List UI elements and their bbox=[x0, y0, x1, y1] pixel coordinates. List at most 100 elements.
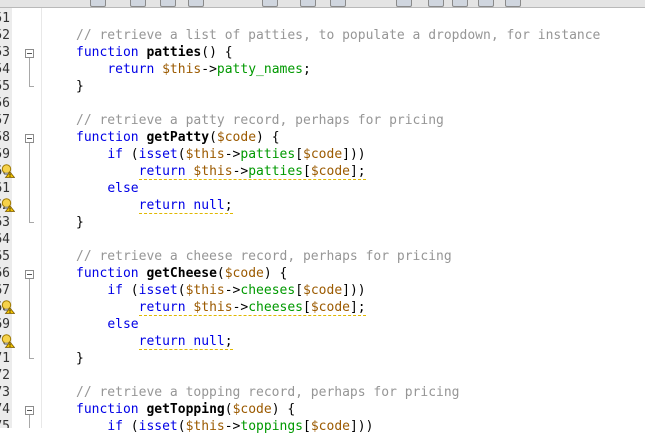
fold-guide bbox=[29, 279, 30, 358]
code-line[interactable]: function getTopping($code) { bbox=[76, 401, 295, 418]
code-line[interactable]: function patties() { bbox=[76, 44, 233, 61]
code-token: patty_names bbox=[216, 62, 303, 77]
code-text: return $this->patties[$code]; bbox=[138, 164, 366, 180]
toolbar bbox=[0, 0, 645, 8]
line-number-text: 74 bbox=[0, 402, 10, 417]
line-number-text: 65 bbox=[0, 249, 10, 264]
code-token: else bbox=[107, 181, 139, 196]
code-line[interactable]: return $this->patties[$code]; bbox=[138, 163, 366, 180]
lightbulb-warning-icon[interactable] bbox=[1, 164, 15, 178]
code-token: ])) bbox=[342, 283, 366, 298]
code-token: $this bbox=[193, 164, 233, 179]
code-token: ]; bbox=[349, 164, 366, 179]
code-text: return null; bbox=[138, 198, 233, 214]
code-text: else bbox=[107, 181, 138, 196]
code-token: if bbox=[107, 283, 131, 298]
fold-guide bbox=[29, 415, 30, 428]
line-number-text: 55 bbox=[0, 79, 10, 94]
code-token: ) { bbox=[256, 130, 280, 145]
code-line[interactable]: return null; bbox=[138, 333, 233, 350]
code-line[interactable]: } bbox=[76, 78, 84, 95]
line-number-text: 58 bbox=[0, 130, 10, 145]
code-line[interactable]: if (isset($this->toppings[$code])) bbox=[107, 418, 373, 435]
code-line[interactable]: if (isset($this->patties[$code])) bbox=[107, 146, 365, 163]
code-line[interactable]: function getCheese($code) { bbox=[76, 265, 287, 282]
code-text: function patties() { bbox=[76, 45, 233, 60]
lightbulb-warning-icon[interactable] bbox=[1, 198, 15, 212]
toolbar-button[interactable] bbox=[300, 0, 316, 7]
code-token: $code bbox=[310, 300, 350, 315]
code-token: ( bbox=[177, 147, 186, 162]
code-token: ; bbox=[224, 198, 233, 213]
code-text: function getTopping($code) { bbox=[76, 402, 295, 417]
code-text: } bbox=[76, 79, 84, 94]
code-token: $this bbox=[193, 300, 233, 315]
code-token: $code bbox=[310, 419, 350, 434]
toolbar-button[interactable] bbox=[478, 0, 494, 7]
code-token: ])) bbox=[342, 147, 366, 162]
code-token: [ bbox=[295, 147, 304, 162]
code-text: else bbox=[107, 317, 138, 332]
code-line[interactable]: } bbox=[76, 350, 84, 367]
code-token: $code bbox=[303, 147, 343, 162]
code-token: $code bbox=[303, 283, 343, 298]
line-number-text: 64 bbox=[0, 232, 10, 247]
code-text: if (isset($this->toppings[$code])) bbox=[107, 419, 373, 434]
code-token: function bbox=[76, 45, 147, 60]
code-line[interactable]: else bbox=[107, 180, 138, 197]
fold-end-marker bbox=[29, 358, 34, 359]
line-number-text: 54 bbox=[0, 62, 10, 77]
code-token: else bbox=[107, 317, 139, 332]
code-token: getTopping bbox=[146, 402, 225, 417]
toolbar-button[interactable] bbox=[330, 0, 346, 7]
line-number-text: 72 bbox=[0, 368, 10, 383]
toolbar-button[interactable] bbox=[90, 0, 106, 7]
toolbar-button[interactable] bbox=[396, 0, 412, 7]
toolbar-button[interactable] bbox=[262, 0, 278, 7]
line-number-text: 53 bbox=[0, 45, 10, 60]
toolbar-button[interactable] bbox=[160, 0, 176, 7]
toolbar-button[interactable] bbox=[505, 0, 521, 7]
line-number-text: 51 bbox=[0, 11, 10, 26]
code-line[interactable]: // retrieve a list of patties, to popula… bbox=[76, 27, 600, 44]
lightbulb-warning-icon[interactable] bbox=[1, 300, 15, 314]
code-token: ; bbox=[303, 62, 311, 77]
code-token: ( bbox=[130, 147, 139, 162]
code-token: return bbox=[138, 164, 194, 179]
code-token: ; bbox=[224, 334, 233, 349]
gutter-separator bbox=[41, 8, 42, 428]
code-token: } bbox=[76, 79, 84, 94]
code-line[interactable]: return $this->patty_names; bbox=[107, 61, 311, 78]
toolbar-button[interactable] bbox=[452, 0, 468, 7]
code-line[interactable]: return $this->cheeses[$code]; bbox=[138, 299, 366, 316]
line-number-text: 56 bbox=[0, 96, 10, 111]
code-text: return $this->patty_names; bbox=[107, 62, 311, 77]
toolbar-button[interactable] bbox=[188, 0, 204, 7]
code-line[interactable]: else bbox=[107, 316, 138, 333]
code-line[interactable]: // retrieve a cheese record, perhaps for… bbox=[76, 248, 452, 265]
code-line[interactable]: // retrieve a patty record, perhaps for … bbox=[76, 112, 444, 129]
code-text: return null; bbox=[138, 334, 233, 350]
code-line[interactable]: // retrieve a topping record, perhaps fo… bbox=[76, 384, 460, 401]
code-token: } bbox=[76, 351, 84, 366]
toolbar-button[interactable] bbox=[428, 0, 444, 7]
fold-minus-icon[interactable] bbox=[25, 270, 34, 279]
fold-minus-icon[interactable] bbox=[25, 134, 34, 143]
line-number-text: 59 bbox=[0, 147, 10, 162]
toolbar-button[interactable] bbox=[130, 0, 146, 7]
fold-minus-icon[interactable] bbox=[25, 49, 34, 58]
code-token: function bbox=[76, 402, 147, 417]
code-line[interactable]: } bbox=[76, 214, 84, 231]
code-token: return bbox=[107, 62, 163, 77]
line-number-text: 61 bbox=[0, 181, 10, 196]
code-token: -> bbox=[232, 164, 249, 179]
code-token: $code bbox=[232, 402, 272, 417]
fold-minus-icon[interactable] bbox=[25, 406, 34, 415]
code-line[interactable]: function getPatty($code) { bbox=[76, 129, 280, 146]
lightbulb-warning-icon[interactable] bbox=[1, 334, 15, 348]
code-token: -> bbox=[224, 147, 241, 162]
code-token: function bbox=[76, 130, 147, 145]
code-token: null bbox=[193, 198, 225, 213]
code-line[interactable]: if (isset($this->cheeses[$code])) bbox=[107, 282, 365, 299]
code-line[interactable]: return null; bbox=[138, 197, 233, 214]
